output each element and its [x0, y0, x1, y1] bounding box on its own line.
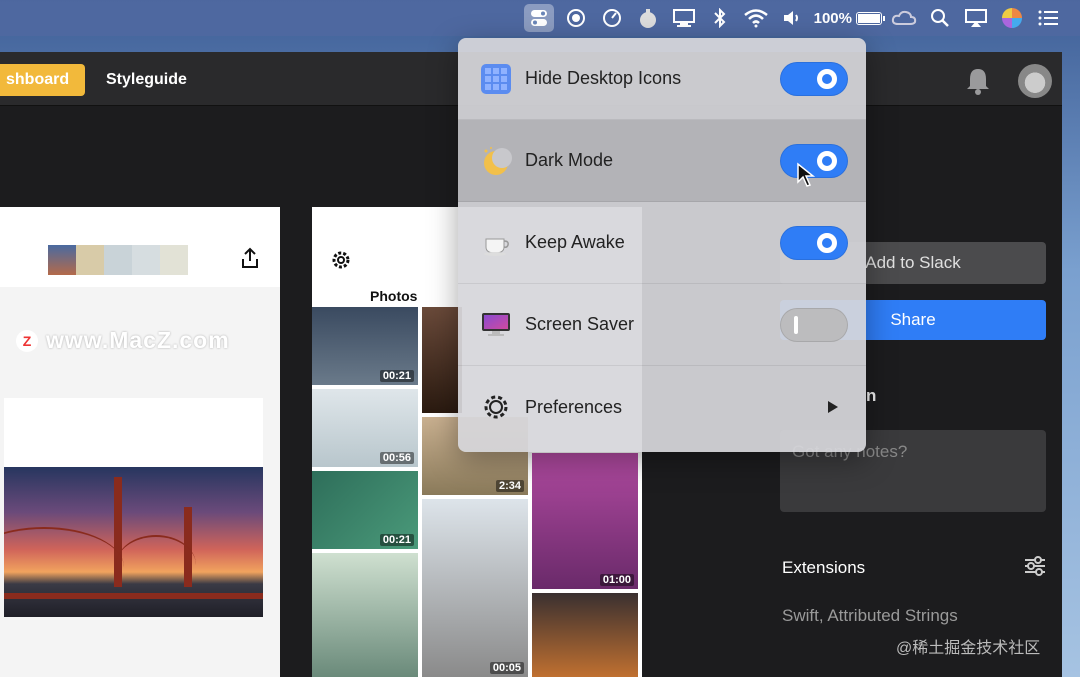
video-duration: 00:05 [489, 662, 524, 674]
airplay-icon[interactable] [962, 4, 990, 32]
video-duration: 00:21 [379, 534, 414, 546]
thumbnail-strip [48, 245, 188, 275]
menu-item-label: Hide Desktop Icons [525, 68, 682, 88]
macz-watermark: Z www.MacZ.com [16, 327, 230, 354]
creative-cloud-icon[interactable] [890, 4, 918, 32]
volume-icon[interactable] [778, 4, 806, 32]
control-center-icon[interactable] [1034, 4, 1062, 32]
photo-tile[interactable] [312, 553, 418, 677]
golden-gate-photo [4, 467, 263, 617]
photo-tile[interactable] [532, 593, 638, 677]
section-heading-partial: n [866, 386, 877, 405]
coffee-cup-icon [484, 238, 509, 256]
battery-icon [856, 11, 885, 25]
menu-item-label: Preferences [525, 396, 623, 417]
menu-bar: 100% [0, 0, 1080, 36]
photo-tile[interactable]: 00:21 [312, 471, 418, 549]
video-duration: 01:00 [599, 574, 634, 586]
display-icon[interactable] [670, 4, 698, 32]
bluetooth-icon[interactable] [706, 4, 734, 32]
mouse-cursor-icon [797, 162, 816, 187]
one-switch-icon[interactable] [523, 4, 554, 32]
gear-icon [484, 395, 508, 419]
thumbnail[interactable] [104, 245, 132, 275]
screen-saver-icon [482, 312, 510, 336]
moon-icon [484, 146, 512, 175]
photos-title: Photos [370, 288, 418, 304]
battery-indicator[interactable]: 100% [813, 4, 885, 32]
photo-tile[interactable]: 00:05 [422, 499, 528, 677]
desktop-grid-icon [481, 63, 511, 94]
thumbnail[interactable] [132, 245, 160, 275]
tab-styleguide[interactable]: Styleguide [106, 64, 187, 96]
photo-tile[interactable]: 00:56 [312, 389, 418, 467]
chevron-right-icon [828, 401, 838, 413]
thumbnail[interactable] [160, 245, 188, 275]
menu-item-preferences[interactable]: Preferences [458, 366, 866, 448]
battery-text: 100% [813, 9, 852, 27]
menu-item-label: Keep Awake [525, 232, 625, 252]
menu-item-label: Dark Mode [525, 150, 614, 170]
wifi-icon[interactable] [742, 4, 770, 32]
photo-tile[interactable] [422, 307, 462, 413]
left-card-header [0, 207, 280, 287]
user-avatar[interactable] [1018, 64, 1052, 98]
upload-share-icon[interactable] [240, 247, 260, 269]
extensions-title: Extensions [782, 558, 866, 577]
menu-item-screen-saver[interactable]: Screen Saver [458, 284, 866, 366]
photo-tile[interactable]: 01:00 [532, 453, 638, 589]
bell-icon[interactable] [964, 66, 992, 96]
spotlight-icon[interactable] [926, 4, 954, 32]
juejin-watermark: @稀土掘金技术社区 [896, 640, 1041, 657]
record-icon[interactable] [562, 4, 590, 32]
watermark-text: www.MacZ.com [46, 327, 230, 353]
menu-item-dark-mode[interactable]: Dark Mode [458, 120, 866, 202]
extensions-value: Swift, Attributed Strings [782, 606, 958, 625]
video-duration: 00:21 [379, 370, 414, 382]
menu-item-keep-awake[interactable]: Keep Awake [458, 202, 866, 284]
bomb-icon[interactable] [634, 4, 662, 32]
one-switch-menu: Hide Desktop Icons Dark Mode Keep Awake … [458, 38, 866, 452]
sliders-icon[interactable] [1024, 556, 1046, 576]
keep-awake-toggle[interactable] [780, 225, 848, 260]
video-duration: 2:34 [495, 480, 524, 492]
gear-icon[interactable] [330, 249, 352, 271]
video-duration: 00:56 [379, 452, 414, 464]
thumbnail[interactable] [76, 245, 104, 275]
hide-desktop-icons-toggle[interactable] [780, 61, 848, 96]
screen-saver-toggle[interactable] [780, 307, 848, 342]
thumbnail[interactable] [48, 245, 76, 275]
menu-item-label: Screen Saver [525, 314, 635, 334]
speedometer-icon[interactable] [598, 4, 626, 32]
menu-item-hide-desktop-icons[interactable]: Hide Desktop Icons [458, 38, 866, 120]
macz-logo: Z [16, 329, 38, 352]
tab-dashboard[interactable]: shboard [0, 64, 86, 96]
photo-tile[interactable]: 00:21 [312, 307, 418, 385]
siri-icon[interactable] [998, 4, 1026, 32]
